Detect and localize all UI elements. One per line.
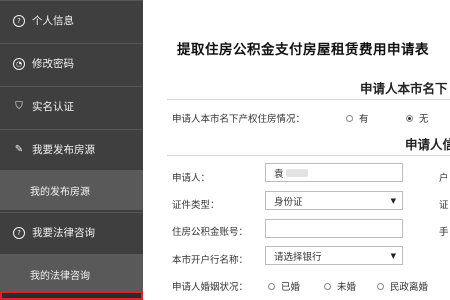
- radio-married[interactable]: 已婚: [268, 279, 300, 293]
- right-cut-label: 证: [439, 200, 449, 211]
- sidebar-item-personal-info[interactable]: ? 个人信息: [0, 0, 143, 40]
- applicant-label: 申请人：: [172, 173, 211, 184]
- id-type-select[interactable]: 身份证 ▼: [265, 191, 403, 210]
- fund-account-label: 住房公积金账号：: [172, 227, 249, 238]
- radio-property-no[interactable]: 无: [406, 111, 429, 125]
- sidebar-subitem-my-consults[interactable]: 我的法律咨询: [0, 254, 143, 294]
- right-cut-label: 手: [439, 227, 449, 238]
- question-circle-icon: ?: [12, 14, 26, 27]
- redacted-text: [285, 168, 308, 177]
- edit-icon: ✎: [14, 144, 24, 155]
- chevron-down-icon: ▼: [390, 252, 396, 260]
- select-value: 身份证: [274, 196, 303, 208]
- sidebar-subitem-my-listings[interactable]: 我的发布房源: [0, 170, 143, 210]
- radio-circle: [406, 114, 413, 122]
- applicant-name-field[interactable]: 袁: [265, 163, 403, 182]
- sidebar-item-publish-listing[interactable]: ✎ 我要发布房源: [0, 129, 143, 169]
- marital-label: 申请人婚姻状况：: [172, 282, 249, 293]
- sidebar: ? 个人信息 ◔ 修改密码 ⛉ 实名认证 ✎ 我要发布房源 我的发布房源 ? 我…: [0, 0, 143, 300]
- radio-divorced[interactable]: 民政离婚: [377, 279, 428, 293]
- radio-label: 有: [359, 114, 369, 125]
- radio-circle: [268, 282, 275, 290]
- fund-account-field[interactable]: [265, 219, 403, 238]
- page-title: 提取住房公积金支付房屋租赁费用申请表: [177, 42, 429, 58]
- radio-label: 已婚: [281, 282, 301, 293]
- sidebar-item-label: 我要法律咨询: [32, 227, 95, 239]
- sidebar-item-label: 个人信息: [32, 15, 74, 27]
- bank-label: 本市开户行名称：: [172, 255, 249, 266]
- id-type-label: 证件类型：: [172, 200, 220, 211]
- radio-label: 无: [419, 114, 429, 125]
- radio-label: 民政离婚: [390, 282, 429, 293]
- shield-icon: ⛉: [15, 101, 23, 112]
- radio-label: 未婚: [337, 282, 357, 293]
- radio-single[interactable]: 未婚: [324, 279, 356, 293]
- main-content: 提取住房公积金支付房屋租赁费用申请表 申请人本市名下 申请人本市名下产权住房情况…: [143, 0, 450, 300]
- applicant-value: 袁: [274, 168, 284, 180]
- sidebar-item-legal-consult[interactable]: ? 我要法律咨询: [0, 212, 143, 252]
- right-cut-label: 户: [439, 173, 449, 184]
- radio-circle: [377, 282, 384, 290]
- sidebar-item-verification[interactable]: ⛉ 实名认证: [0, 86, 143, 126]
- radio-circle: [324, 282, 331, 290]
- select-placeholder: 请选择银行: [274, 251, 322, 263]
- sidebar-item-label: 我要发布房源: [32, 144, 95, 156]
- property-question-label: 申请人本市名下产权住房情况：: [172, 114, 306, 125]
- section-title-property: 申请人本市名下: [360, 81, 448, 96]
- sidebar-active-highlight: [0, 291, 143, 300]
- sidebar-item-label: 实名认证: [32, 101, 74, 113]
- bank-select[interactable]: 请选择银行 ▼: [265, 246, 403, 265]
- sidebar-item-label: 修改密码: [32, 58, 74, 70]
- radio-property-yes[interactable]: 有: [346, 111, 369, 125]
- chevron-down-icon: ▼: [390, 197, 396, 205]
- lock-circle-icon: ◔: [12, 57, 26, 70]
- sidebar-item-label: 我的法律咨询: [30, 270, 90, 282]
- radio-circle: [346, 114, 353, 122]
- sidebar-item-label: 我的发布房源: [30, 186, 90, 198]
- sidebar-item-change-password[interactable]: ◔ 修改密码: [0, 43, 143, 83]
- section-title-applicant: 申请人信: [405, 137, 450, 152]
- question-circle-icon: ?: [12, 226, 26, 239]
- divider: [167, 155, 450, 156]
- divider: [167, 99, 450, 100]
